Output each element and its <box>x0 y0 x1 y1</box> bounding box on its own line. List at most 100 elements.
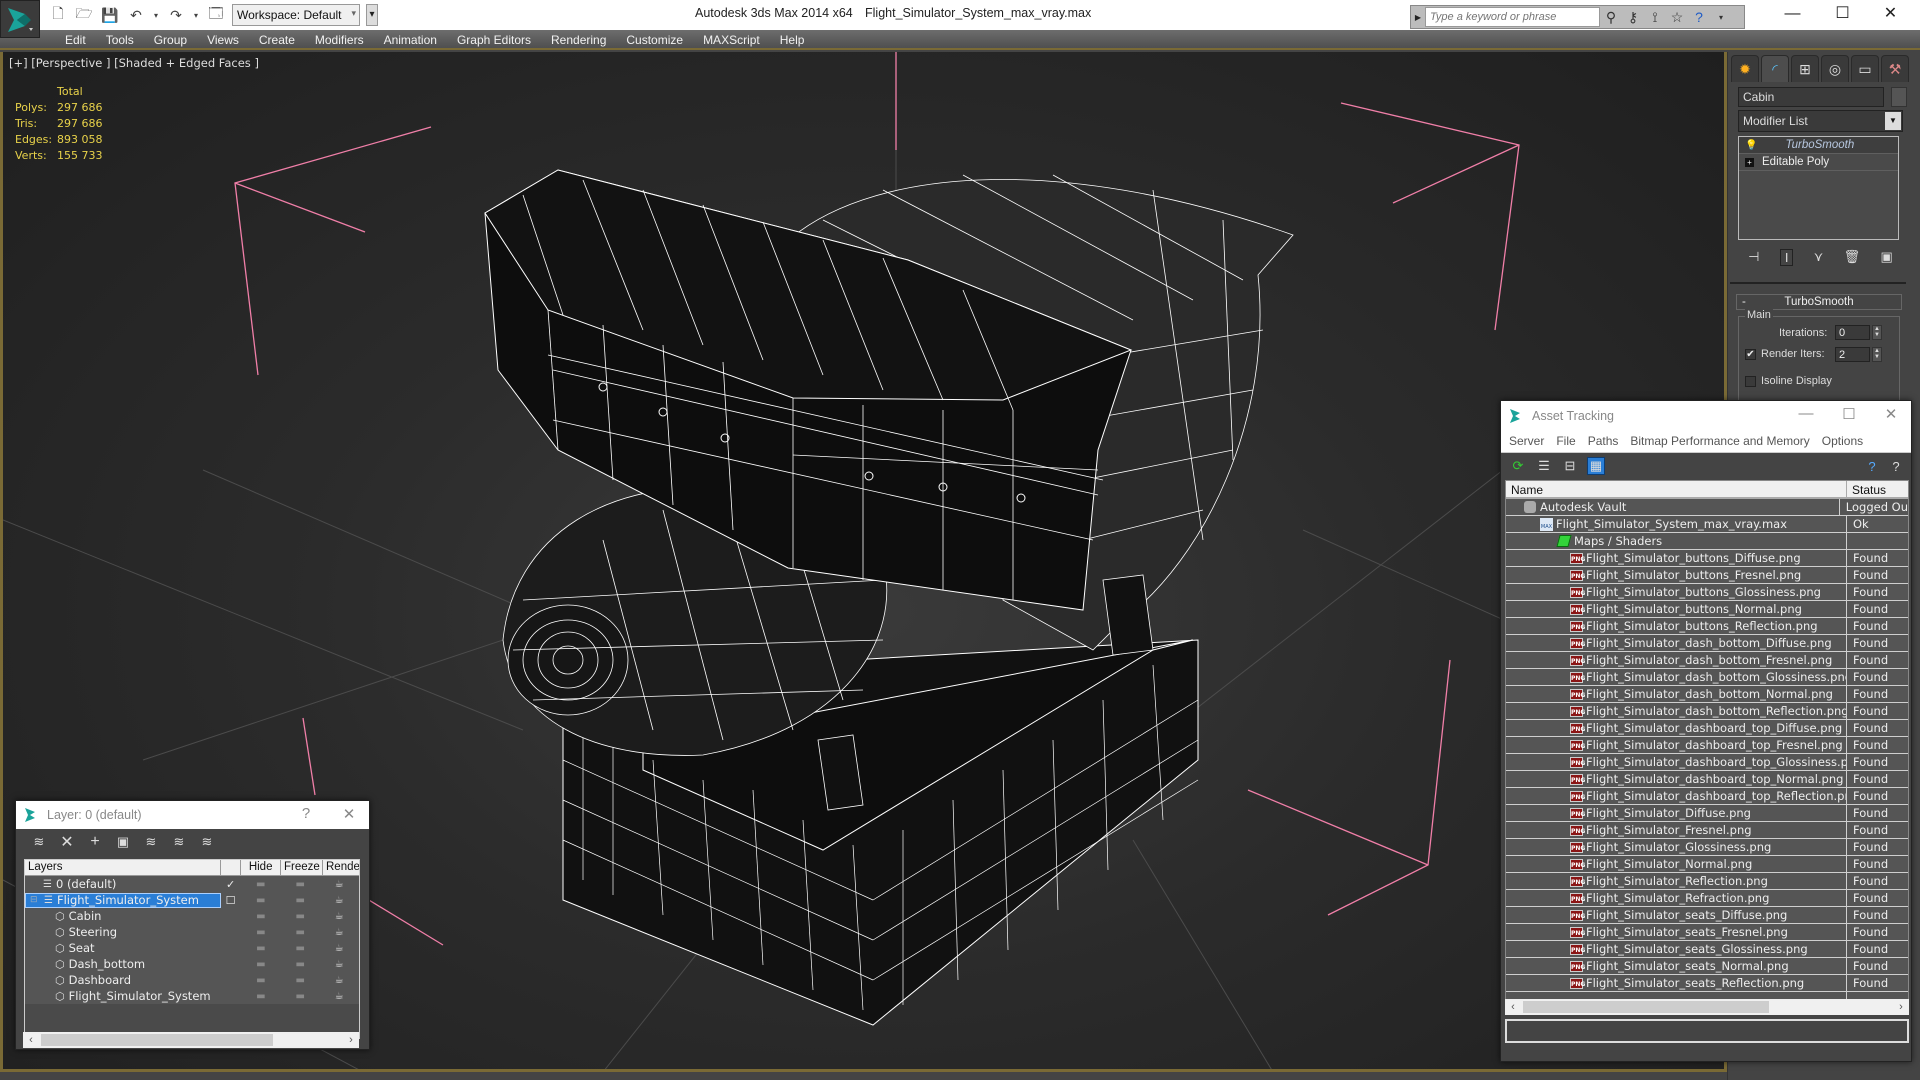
render-teapot-icon[interactable]: ☕ <box>320 991 359 1002</box>
isoline-display-checkbox[interactable] <box>1745 376 1756 387</box>
satellite-icon[interactable]: ⟟ <box>1644 9 1666 26</box>
hide-toggle[interactable]: ▬ <box>240 895 280 906</box>
freeze-toggle[interactable]: ▬ <box>280 943 319 954</box>
render-teapot-icon[interactable]: ☕ <box>320 927 359 938</box>
hide-toggle[interactable]: ▬ <box>241 911 280 922</box>
menu-modifiers[interactable]: Modifiers <box>305 30 374 48</box>
asset-row[interactable]: PNG Flight_Simulator_seats_Diffuse.png Fou… <box>1506 907 1908 924</box>
render-iters-spinner-arrows[interactable]: ▲ ▼ <box>1872 347 1882 362</box>
expand-icon[interactable]: + <box>1745 157 1754 167</box>
scroll-right-icon[interactable]: › <box>1893 999 1909 1015</box>
render-iters-spinner[interactable]: 2 <box>1835 347 1870 362</box>
asset-row[interactable]: PNG Flight_Simulator_Reflection.png Found <box>1506 873 1908 890</box>
render-teapot-icon[interactable]: ☕ <box>320 959 359 970</box>
scroll-left-icon[interactable]: ‹ <box>23 1032 39 1048</box>
freeze-toggle[interactable]: ▬ <box>280 991 319 1002</box>
column-current[interactable] <box>221 860 242 875</box>
table-view-icon[interactable]: ▦ <box>1587 457 1605 475</box>
scrollbar-thumb[interactable] <box>1523 1001 1769 1013</box>
asset-row[interactable]: PNG Flight_Simulator_dashboard_top_Normal… <box>1506 771 1908 788</box>
make-unique-icon[interactable]: ⋎ <box>1814 249 1824 265</box>
asset-row[interactable]: PNG Flight_Simulator_Glossiness.png Found <box>1506 839 1908 856</box>
customize-toolbar-button[interactable]: ▾ <box>366 4 378 26</box>
menu-options[interactable]: Options <box>1818 431 1869 452</box>
tree-view-icon[interactable]: ⊟ <box>1561 457 1579 475</box>
column-hide[interactable]: Hide <box>241 860 281 875</box>
select-objects-in-layer-icon[interactable]: ▣ <box>114 833 132 851</box>
menu-help[interactable]: Help <box>770 30 815 48</box>
collapse-icon[interactable]: ⊟ <box>30 895 40 905</box>
iterations-spinner[interactable]: 0 <box>1835 325 1870 340</box>
hide-all-layers-icon[interactable]: ≋ <box>170 833 188 851</box>
layer-object-row[interactable]: ⬡ Dashboard ▬ ▬ ☕ <box>25 972 359 988</box>
layer-row[interactable]: ⊟ ☰ Flight_Simulator_System ☐ ▬ ▬ ☕ <box>25 892 359 908</box>
render-teapot-icon[interactable]: ☕ <box>320 975 359 986</box>
asset-row[interactable]: PNG Flight_Simulator_dashboard_top_Reflec… <box>1506 788 1908 805</box>
menu-animation[interactable]: Animation <box>374 30 447 48</box>
minimize-button[interactable]: — <box>1770 2 1815 26</box>
column-freeze[interactable]: Freeze <box>281 860 323 875</box>
current-layer-toggle[interactable]: ☐ <box>221 894 241 907</box>
asset-path-field[interactable] <box>1505 1019 1909 1043</box>
context-help-icon[interactable]: ? <box>1887 457 1905 475</box>
asset-row[interactable]: PNG Flight_Simulator_seats_Normal.png Foun… <box>1506 958 1908 975</box>
minimize-button[interactable]: — <box>1791 405 1821 422</box>
redo-dropdown-icon[interactable]: ▾ <box>192 5 200 25</box>
asset-row[interactable]: PNG Flight_Simulator_buttons_Reflection.p… <box>1506 618 1908 635</box>
asset-row[interactable]: PNG Flight_Simulator_seats_Glossiness.png… <box>1506 941 1908 958</box>
maximize-button[interactable]: ☐ <box>1834 405 1864 423</box>
show-end-result-icon[interactable]: I <box>1779 248 1794 266</box>
redo-icon[interactable]: ↷ <box>166 5 186 25</box>
motion-icon[interactable]: ◎ <box>1821 55 1849 82</box>
new-file-icon[interactable]: 🗋 <box>48 5 68 25</box>
asset-row[interactable]: PNG Flight_Simulator_seats_Reflection.png… <box>1506 975 1908 992</box>
binoculars-icon[interactable]: ⚲ <box>1600 9 1622 26</box>
render-teapot-icon[interactable]: ☕ <box>320 911 359 922</box>
layer-object-row[interactable]: ⬡ Dash_bottom ▬ ▬ ☕ <box>25 956 359 972</box>
asset-row[interactable]: PNG Flight_Simulator_dash_bottom_Glossine… <box>1506 669 1908 686</box>
freeze-toggle[interactable]: ▬ <box>280 975 319 986</box>
column-status[interactable]: Status <box>1847 481 1891 497</box>
stack-item-editable-poly[interactable]: + Editable Poly <box>1739 154 1898 171</box>
freeze-toggle[interactable]: ▬ <box>280 895 320 906</box>
asset-row[interactable]: PNG Flight_Simulator_dash_bottom_Diffuse.… <box>1506 635 1908 652</box>
help-icon[interactable]: ? <box>1688 9 1710 25</box>
workspace-dropdown[interactable]: Workspace: Default ▾ <box>232 4 360 26</box>
column-layers[interactable]: Layers <box>25 860 222 875</box>
help-icon[interactable]: ? <box>1863 457 1881 475</box>
delete-layer-icon[interactable]: ✕ <box>58 833 76 851</box>
lightbulb-icon[interactable]: 💡 <box>1745 140 1757 151</box>
layer-table-hscrollbar[interactable]: ‹ › <box>23 1032 359 1048</box>
hide-toggle[interactable]: ▬ <box>241 975 280 986</box>
undo-dropdown-icon[interactable]: ▾ <box>152 5 160 25</box>
asset-row[interactable]: PNG Flight_Simulator_Diffuse.png Found <box>1506 805 1908 822</box>
undo-icon[interactable]: ↶ <box>126 5 146 25</box>
column-name[interactable]: Name <box>1506 481 1847 497</box>
current-layer-toggle[interactable]: ✓ <box>221 878 241 891</box>
help-button[interactable]: ? <box>291 805 321 822</box>
asset-tracking-titlebar[interactable]: Asset Tracking — ☐ ✕ <box>1501 401 1911 431</box>
remove-modifier-icon[interactable]: 🗑 <box>1844 249 1861 265</box>
iterations-spinner-arrows[interactable]: ▲ ▼ <box>1872 325 1882 340</box>
menu-bitmap-performance[interactable]: Bitmap Performance and Memory <box>1626 431 1815 452</box>
menu-rendering[interactable]: Rendering <box>541 30 616 48</box>
stack-item-turbosmooth[interactable]: 💡 TurboSmooth <box>1739 137 1898 154</box>
save-icon[interactable]: 💾 <box>100 5 120 25</box>
scrollbar-thumb[interactable] <box>41 1034 273 1046</box>
asset-row[interactable]: PNG Flight_Simulator_buttons_Fresnel.png F… <box>1506 567 1908 584</box>
list-view-icon[interactable]: ☰ <box>1535 457 1553 475</box>
project-folder-icon[interactable]: 🗔 <box>206 5 226 25</box>
hide-toggle[interactable]: ▬ <box>241 959 280 970</box>
modify-icon[interactable]: ◜ <box>1761 55 1789 82</box>
menu-paths[interactable]: Paths <box>1584 431 1625 452</box>
menu-tools[interactable]: Tools <box>96 30 144 48</box>
asset-row[interactable]: PNG Flight_Simulator_dash_bottom_Fresnel.… <box>1506 652 1908 669</box>
asset-row[interactable]: MAX Flight_Simulator_System_max_vray.max O… <box>1506 516 1908 533</box>
render-teapot-icon[interactable]: ☕ <box>320 943 359 954</box>
utilities-icon[interactable]: ⚒ <box>1881 55 1909 82</box>
asset-row[interactable]: PNG Flight_Simulator_seats_Fresnel.png Fou… <box>1506 924 1908 941</box>
menu-customize[interactable]: Customize <box>616 30 693 48</box>
asset-row[interactable]: PNG Flight_Simulator_dash_bottom_Reflecti… <box>1506 703 1908 720</box>
hierarchy-icon[interactable]: ⊞ <box>1791 55 1819 82</box>
layer-object-row[interactable]: ⬡ Flight_Simulator_System ▬ ▬ ☕ <box>25 988 359 1004</box>
